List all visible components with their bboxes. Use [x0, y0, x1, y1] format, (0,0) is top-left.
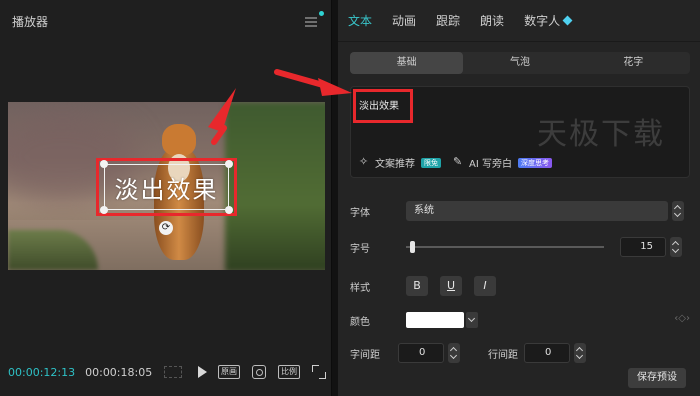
- sub-tabs: 基础 气泡 花字: [350, 52, 690, 74]
- keyframe-nav-icon[interactable]: ‹◇›: [674, 313, 690, 324]
- char-spacing-label: 字间距: [350, 349, 380, 361]
- free-badge: 限免: [421, 157, 441, 168]
- watermark: 天极下载: [537, 117, 665, 152]
- current-time: 00:00:12:13: [8, 365, 76, 379]
- tab-text[interactable]: 文本: [348, 12, 372, 29]
- color-swatch[interactable]: [406, 312, 464, 328]
- save-preset-button[interactable]: 保存预设: [628, 368, 686, 388]
- screenshot-icon[interactable]: [252, 365, 266, 379]
- fullscreen-icon[interactable]: [312, 365, 326, 379]
- slider-knob[interactable]: [410, 241, 415, 253]
- size-slider[interactable]: [406, 241, 604, 253]
- recommend-button[interactable]: 文案推荐: [375, 155, 415, 170]
- subtab-basic[interactable]: 基础: [350, 52, 464, 74]
- style-row: 样式 B U I: [350, 275, 690, 297]
- color-row: 颜色 ‹◇›: [350, 309, 690, 331]
- line-spacing-input[interactable]: 0: [524, 343, 570, 363]
- tab-tracking[interactable]: 跟踪: [436, 12, 460, 29]
- color-label: 颜色: [350, 316, 370, 328]
- color-dropdown-icon[interactable]: [466, 312, 478, 328]
- menu-icon[interactable]: [305, 11, 324, 27]
- player-header: 播放器: [0, 0, 331, 42]
- text-tools: 文案推荐 限免 AI 写旁白 深度思考: [359, 155, 552, 170]
- timeline-grid-icon[interactable]: [164, 366, 183, 378]
- tab-read-aloud[interactable]: 朗读: [480, 12, 504, 29]
- playback-bar: 00:00:12:13 00:00:18:05 原画 比例: [8, 362, 326, 382]
- size-label: 字号: [350, 243, 370, 255]
- overlay-text: 淡出效果: [114, 175, 219, 204]
- underline-button[interactable]: U: [440, 276, 462, 296]
- player-panel: 播放器 淡出效果 ⟳ 00:00:12:13 00:00:18:05 原画 比例: [0, 0, 332, 396]
- size-row: 字号 15: [350, 236, 690, 258]
- tab-animation[interactable]: 动画: [392, 12, 416, 29]
- rotate-icon[interactable]: ⟳: [159, 221, 173, 235]
- play-icon[interactable]: [198, 366, 208, 378]
- char-spacing-input[interactable]: 0: [398, 343, 444, 363]
- subtab-fancy-text[interactable]: 花字: [577, 52, 690, 74]
- pen-icon: [453, 155, 463, 168]
- font-label: 字体: [350, 207, 370, 219]
- property-tabs: 文本 动画 跟踪 朗读 数字人: [338, 0, 700, 42]
- spacing-row: 字间距 0 行间距 0: [350, 342, 690, 364]
- properties-panel: 文本 动画 跟踪 朗读 数字人 基础 气泡 花字 淡出效果 天极下载 文案推荐 …: [338, 0, 700, 396]
- font-spinner[interactable]: [672, 201, 684, 221]
- size-spinner[interactable]: [670, 237, 682, 257]
- italic-button[interactable]: I: [474, 276, 496, 296]
- sparkle-icon: [359, 155, 369, 168]
- size-input[interactable]: 15: [620, 237, 666, 257]
- style-label: 样式: [350, 282, 370, 294]
- player-title: 播放器: [12, 14, 49, 29]
- ratio-button[interactable]: 比例: [278, 365, 300, 379]
- diamond-icon: [562, 15, 573, 26]
- ai-narration-button[interactable]: AI 写旁白: [469, 155, 512, 170]
- notification-dot: [319, 11, 324, 16]
- subtab-bubble[interactable]: 气泡: [463, 52, 576, 74]
- tab-digital-human[interactable]: 数字人: [524, 12, 573, 29]
- highlight-frame: [353, 89, 413, 123]
- line-spacing-spinner[interactable]: [574, 343, 586, 363]
- char-spacing-spinner[interactable]: [448, 343, 460, 363]
- tab-digital-human-label: 数字人: [524, 14, 561, 28]
- bold-button[interactable]: B: [406, 276, 428, 296]
- font-select[interactable]: 系统: [406, 201, 668, 221]
- font-row: 字体 系统: [350, 200, 690, 222]
- original-button[interactable]: 原画: [218, 365, 240, 379]
- line-spacing-label: 行间距: [488, 349, 518, 361]
- text-content-input[interactable]: 淡出效果 天极下载 文案推荐 限免 AI 写旁白 深度思考: [350, 86, 690, 178]
- deep-think-badge: 深度思考: [517, 157, 552, 168]
- text-selection-box[interactable]: 淡出效果: [100, 160, 233, 214]
- total-time: 00:00:18:05: [85, 365, 153, 379]
